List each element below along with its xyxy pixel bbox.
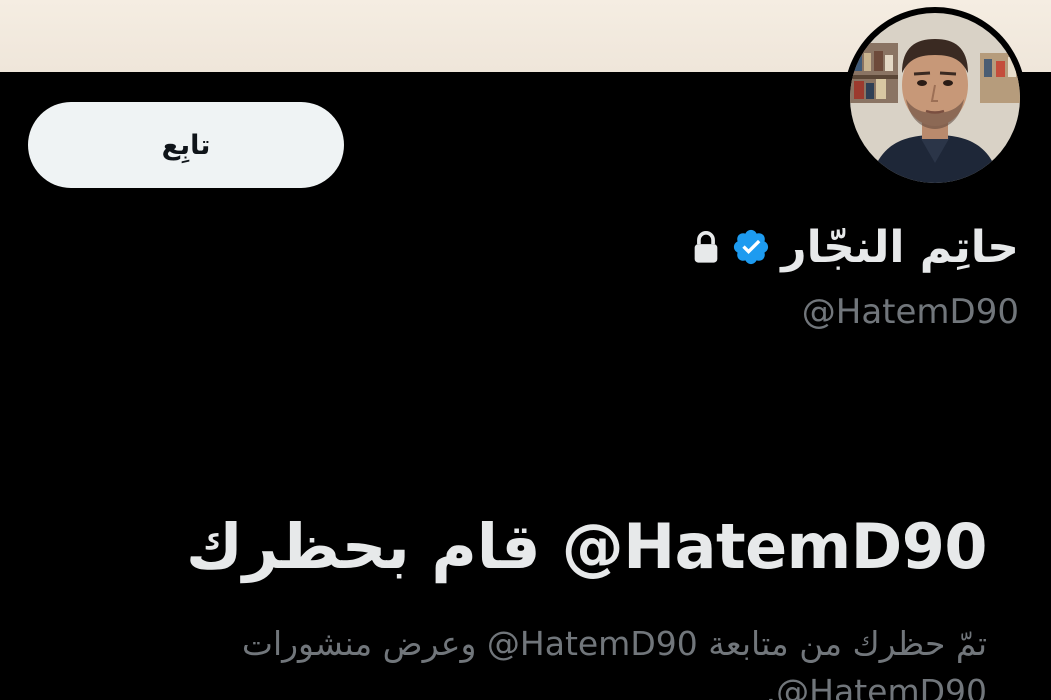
blocked-notice-description: تمّ حظرك من متابعة HatemD90@ وعرض منشورا… [241, 624, 987, 700]
profile-name-row: حاتِم النجّار [691, 215, 1019, 279]
avatar[interactable] [844, 7, 1026, 189]
follow-button[interactable]: تابِع [28, 102, 344, 188]
verified-badge-icon[interactable] [731, 227, 771, 267]
profile-handle: @HatemD90 [801, 292, 1019, 332]
lock-icon [691, 230, 721, 264]
display-name: حاتِم النجّار [781, 221, 1019, 273]
blocked-notice-title: HatemD90@ قام بحظرك [185, 510, 988, 583]
profile-photo-icon [850, 13, 1020, 183]
